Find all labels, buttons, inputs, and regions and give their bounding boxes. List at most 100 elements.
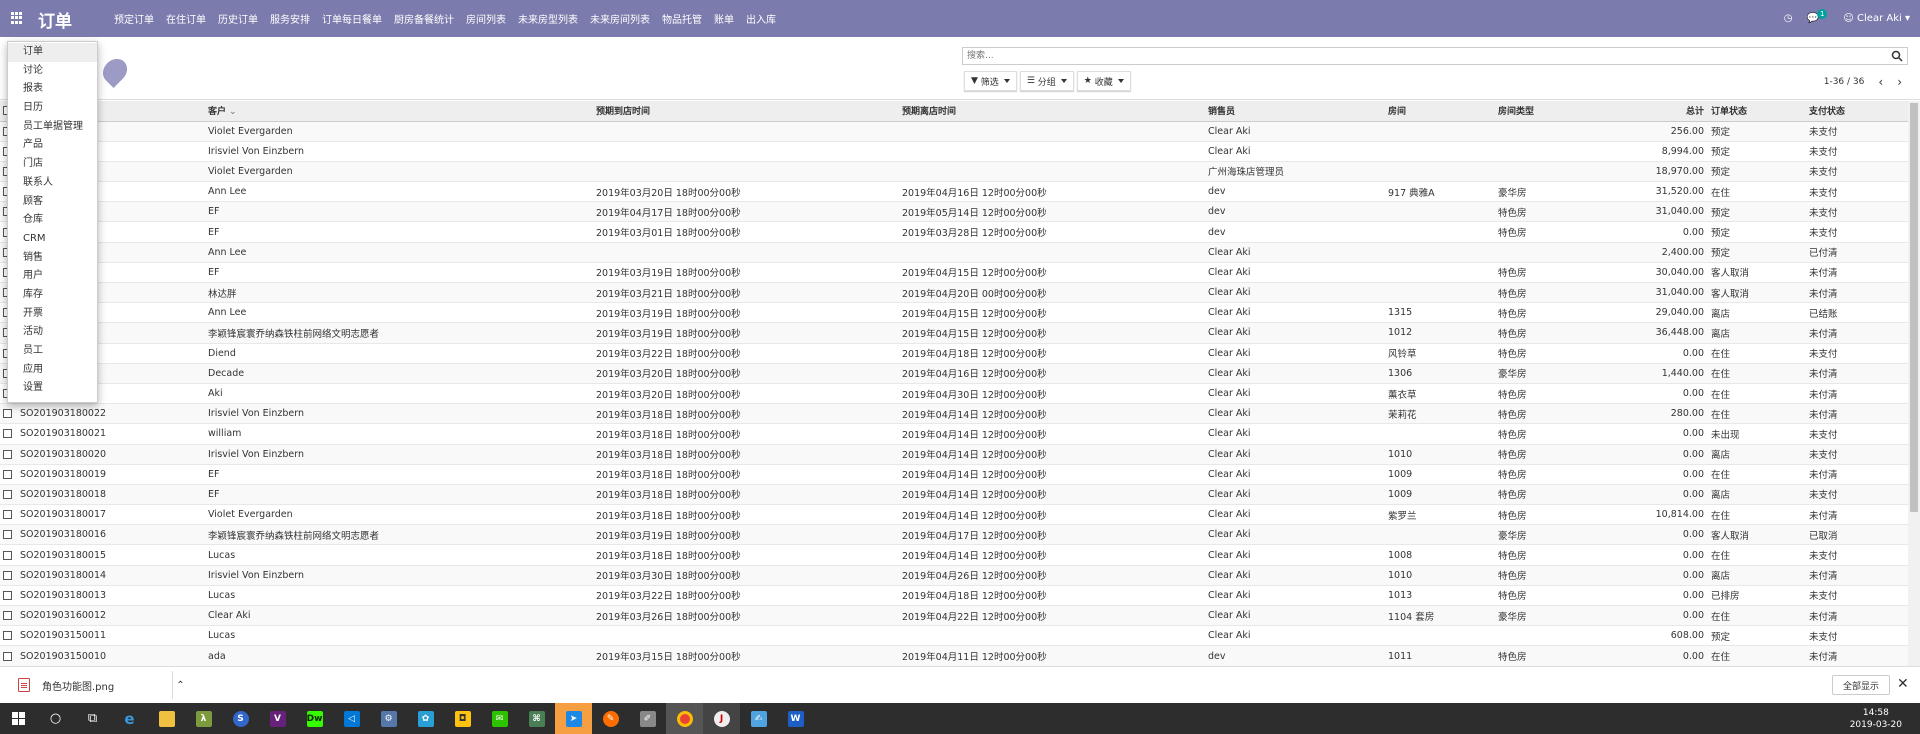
menu-item[interactable]: 未来房型列表 [512,11,584,26]
app-menu-item[interactable]: 开票 [8,305,97,324]
column-header[interactable]: 客户 ⌄ [205,101,593,122]
menu-item[interactable]: 房间列表 [460,11,512,26]
lambda-app-icon[interactable]: λ [185,703,222,734]
row-select[interactable] [0,625,17,646]
row-checkbox[interactable] [3,570,12,580]
row-select[interactable] [0,483,17,505]
app-menu-item[interactable]: CRM [8,230,97,249]
row-checkbox[interactable] [3,651,12,661]
menu-item[interactable]: 历史订单 [212,11,264,26]
row-select[interactable] [0,403,17,424]
table-row[interactable]: SO201903180013 Lucas 2019年03月22日 18时00分00秒… [0,584,1908,606]
column-header[interactable]: 预期离店时间 [899,101,1205,122]
favorites-button[interactable]: ★ 收藏 [1076,71,1131,91]
menu-item[interactable]: 账单 [708,11,740,26]
table-row[interactable]: 29EF2019年03月19日 18时00分00秒2019年04月15日 12时… [0,261,1908,283]
table-row[interactable]: 28林达胖2019年03月21日 18时00分00秒2019年04月20日 00… [0,281,1908,303]
app-menu-item[interactable]: 用户 [8,267,97,286]
task-view-icon[interactable]: ⧉ [74,703,111,734]
app-menu-item[interactable]: 设置 [8,379,97,398]
prev-page-icon[interactable]: ‹ [1878,75,1883,89]
windows-start-icon[interactable] [0,703,37,734]
taskbar-clock[interactable]: 14:58 2019-03-20 [1850,707,1902,731]
row-select[interactable] [0,463,17,485]
messages-icon[interactable]: 💬1 [1807,9,1830,24]
vscode-icon[interactable]: ◁ [333,703,370,734]
row-checkbox[interactable] [3,489,12,499]
app-menu-item[interactable]: 产品 [8,136,97,155]
table-row[interactable]: SO201903180015 Lucas 2019年03月18日 18时00分00秒… [0,544,1908,566]
menu-item[interactable]: 未来房间列表 [584,11,656,26]
table-row[interactable]: 26李颖锋宸寰乔纳森铁柱前网络文明志愿者2019年03月19日 18时00分00… [0,322,1908,344]
table-row[interactable]: 35Irisviel Von EinzbernClear Aki8,994.00… [0,140,1908,162]
table-row[interactable]: 30Ann LeeClear Aki2,400.00预定已付清 [0,241,1908,263]
app-s-icon[interactable]: S [222,703,259,734]
column-header[interactable]: 房间类型 [1495,101,1592,122]
file-explorer-icon[interactable] [148,703,185,734]
search-icon[interactable] [1891,50,1903,62]
table-row[interactable]: SO201903180021 william 2019年03月18日 18时00分0… [0,423,1908,444]
table-row[interactable]: 23Aki2019年03月20日 18时00分00秒2019年04月30日 12… [0,382,1908,404]
row-checkbox[interactable] [3,590,12,600]
app-menu-item[interactable]: 日历 [8,99,97,118]
menu-item[interactable]: 在住订单 [160,11,212,26]
column-header[interactable]: 订单状态 [1708,101,1806,122]
app-menu-item[interactable]: 联系人 [8,174,97,193]
apps-menu-icon[interactable] [11,12,23,24]
row-checkbox[interactable] [3,409,12,419]
table-row[interactable]: SO201903180017 Violet Evergarden 2019年03月1… [0,504,1908,525]
table-row[interactable]: SO201903150010 ada 2019年03月15日 18时00分00秒 20… [0,645,1908,666]
app-menu-item[interactable]: 员工 [8,342,97,361]
filter-button[interactable]: ▼ 筛选 [964,71,1017,91]
column-header[interactable]: 预期到店时间 [593,101,899,122]
cortana-icon[interactable]: ○ [37,703,74,734]
next-page-icon[interactable]: › [1897,75,1902,89]
app-menu-item[interactable]: 仓库 [8,211,97,230]
row-checkbox[interactable] [3,550,12,560]
row-select[interactable] [0,645,17,666]
table-row[interactable]: SO201903180022 Irisviel Von Einzbern 2019年… [0,403,1908,424]
app-menu-item[interactable]: 订单 [8,43,97,62]
table-row[interactable]: SO201903180016 李颖锋宸寰乔纳森铁柱前网络文明志愿者 2019年03月… [0,524,1908,545]
table-row[interactable]: SO201903180014 Irisviel Von Einzbern 2019年… [0,564,1908,586]
vertical-scrollbar[interactable] [1908,101,1920,666]
table-row[interactable]: 27Ann Lee2019年03月19日 18时00分00秒2019年04月15… [0,302,1908,323]
app-menu-item[interactable]: 报表 [8,80,97,99]
column-header[interactable]: 销售员 [1205,101,1385,122]
table-row[interactable]: 31EF2019年03月01日 18时00分00秒2019年03月28日 12时… [0,221,1908,243]
table-row[interactable]: SO201903160012 Clear Aki 2019年03月26日 18时00… [0,604,1908,626]
download-item[interactable]: 角色功能图.png ⌃ [18,675,185,695]
pager-value[interactable]: 1-36 / 36 [1824,77,1865,87]
row-checkbox[interactable] [3,631,12,641]
network-tool-icon[interactable]: ⚙ [370,703,407,734]
row-checkbox[interactable] [3,510,12,520]
table-row[interactable]: SO201903180019 EF 2019年03月18日 18时00分00秒 201… [0,463,1908,485]
show-all-button[interactable]: 全部显示 [1832,675,1891,695]
column-header[interactable]: 房间 [1385,101,1495,122]
table-row[interactable]: 25Diend2019年03月22日 18时00分00秒2019年04月18日 … [0,342,1908,364]
app-menu-item[interactable]: 应用 [8,361,97,380]
app-menu-item[interactable]: 门店 [8,155,97,174]
menu-item[interactable]: 出入库 [740,11,782,26]
table-row[interactable]: 32EF2019年04月17日 18时00分00秒2019年05月14日 12时… [0,201,1908,222]
row-select[interactable] [0,443,17,465]
row-checkbox[interactable] [3,611,12,621]
menu-item[interactable]: 厨房备餐统计 [388,11,460,26]
yellow-app-icon[interactable]: ◘ [444,703,481,734]
java-app-icon[interactable]: J [703,703,740,734]
close-icon[interactable]: ✕ [1897,676,1909,692]
table-row[interactable]: 24Decade2019年03月20日 18时00分00秒2019年04月16日… [0,362,1908,384]
menu-item[interactable]: 订单每日餐单 [316,11,388,26]
row-checkbox[interactable] [3,429,12,439]
app-menu-item[interactable]: 讨论 [8,62,97,81]
chevron-up-icon[interactable]: ⌃ [176,680,184,691]
dreamweaver-icon[interactable]: Dw [296,703,333,734]
user-menu[interactable]: ☺ Clear Aki ▾ [1843,13,1910,24]
chrome-icon[interactable] [666,703,703,734]
table-row[interactable]: 36Violet EvergardenClear Aki256.00预定未支付 [0,120,1908,142]
row-select[interactable] [0,524,17,545]
git-tool-icon[interactable]: ⌘ [518,703,555,734]
active-app-icon[interactable]: ➤ [555,703,592,734]
app-menu-item[interactable]: 活动 [8,323,97,342]
column-header[interactable]: 支付状态 [1806,101,1908,122]
